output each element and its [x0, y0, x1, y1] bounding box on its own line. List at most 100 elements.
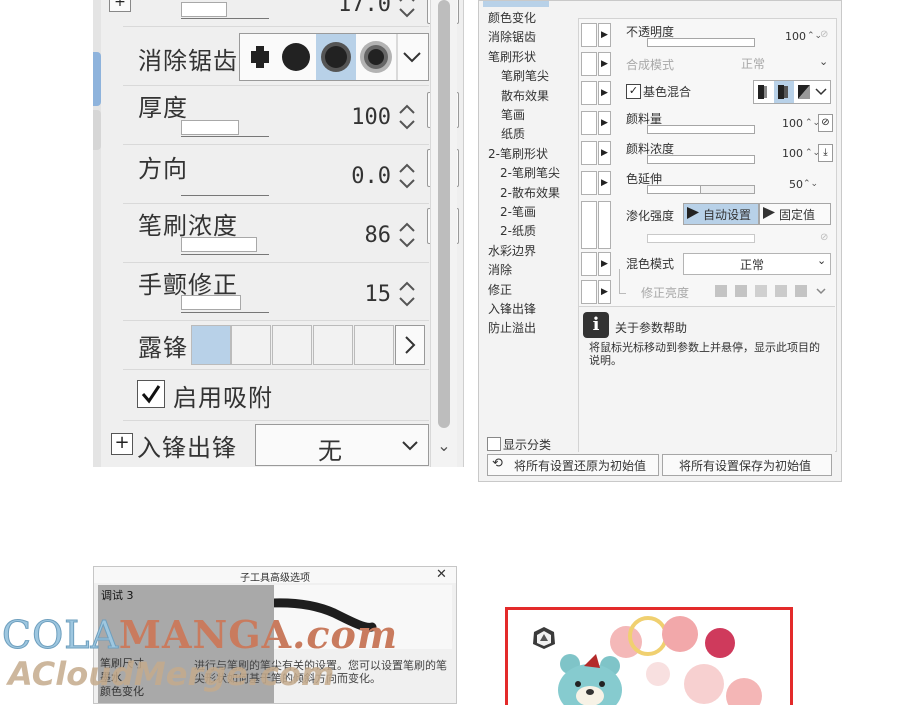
- close-icon[interactable]: ✕: [436, 567, 447, 582]
- brush-size-slider[interactable]: [181, 2, 227, 17]
- mix-mode-dropdown[interactable]: 正常 ⌄: [683, 253, 831, 275]
- watermark-part: .com: [292, 612, 399, 657]
- expand-arrow-icon[interactable]: ▶: [598, 52, 611, 76]
- category-item[interactable]: 笔刷笔尖: [501, 67, 549, 84]
- save-all-button[interactable]: 将所有设置保存为初始值: [662, 454, 832, 476]
- expand-arrow-icon[interactable]: [598, 201, 611, 249]
- snap-checkbox[interactable]: [137, 380, 165, 408]
- category-item[interactable]: 颜色变化: [488, 9, 536, 26]
- no-entry-icon[interactable]: ⊘: [818, 114, 833, 132]
- category-item[interactable]: 2-纸质: [500, 222, 536, 239]
- row-toggle[interactable]: [581, 111, 597, 135]
- category-item[interactable]: 水彩边界: [488, 242, 536, 259]
- paint-amount-value[interactable]: 100: [782, 117, 803, 130]
- category-item[interactable]: 消除锯齿: [488, 28, 536, 45]
- category-item[interactable]: 消除: [488, 261, 512, 278]
- category-item[interactable]: 2-笔刷笔尖: [500, 164, 560, 181]
- category-item[interactable]: 笔刷形状: [488, 48, 536, 65]
- direction-value[interactable]: 0.0: [311, 164, 391, 189]
- taper-swatch[interactable]: [354, 325, 394, 365]
- brush-density-value[interactable]: 86: [311, 223, 392, 248]
- category-item[interactable]: 散布效果: [501, 87, 549, 104]
- expand-arrow-icon[interactable]: ▶: [598, 81, 611, 105]
- side-tab[interactable]: [93, 110, 101, 150]
- category-item[interactable]: 笔画: [501, 106, 525, 123]
- spin-arrows-icon[interactable]: [396, 159, 418, 193]
- help-body: 将鼠标光标移动到参数上并悬停，显示此项目的说明。: [589, 341, 820, 367]
- color-stretch-value[interactable]: 50: [789, 178, 803, 191]
- brush-size-value[interactable]: 17.0: [311, 0, 391, 17]
- spin-arrows-icon[interactable]: [396, 277, 418, 311]
- expand-arrow-icon[interactable]: ▶: [598, 111, 611, 135]
- spin-arrows-icon[interactable]: [396, 218, 418, 252]
- expand-arrow-icon[interactable]: ▶: [598, 23, 611, 47]
- row-toggle[interactable]: [581, 23, 597, 47]
- expand-icon[interactable]: +: [111, 433, 133, 455]
- blend-type-selector[interactable]: [753, 80, 831, 104]
- spin-arrows-icon[interactable]: [396, 0, 418, 22]
- blend-mode-label: 合成模式: [626, 58, 675, 72]
- side-tab-active[interactable]: [93, 52, 101, 106]
- taper-swatch[interactable]: [231, 325, 271, 365]
- bear-illustration: [533, 616, 762, 705]
- checkmark-icon: [141, 385, 161, 404]
- antialias-row: 消除锯齿: [123, 29, 429, 86]
- chevron-right-icon: [405, 336, 416, 354]
- show-categories-checkbox[interactable]: [487, 437, 501, 451]
- dialog-tab-label[interactable]: 调试 3: [101, 587, 134, 603]
- thickness-value[interactable]: 100: [311, 105, 391, 130]
- row-toggle[interactable]: [581, 171, 597, 195]
- scroll-down-icon[interactable]: ⌄: [434, 433, 454, 459]
- color-stretch-slider[interactable]: [647, 185, 701, 194]
- taper-swatch-selected[interactable]: [191, 325, 231, 365]
- expand-arrow-icon[interactable]: ▶: [598, 252, 611, 276]
- category-selected[interactable]: [483, 1, 549, 7]
- download-arrow-icon[interactable]: ⤓: [818, 144, 833, 162]
- category-item[interactable]: 2-散布效果: [500, 184, 560, 201]
- opacity-slider[interactable]: [647, 38, 755, 47]
- brush-density-slider[interactable]: [181, 237, 257, 252]
- row-toggle[interactable]: [581, 81, 597, 105]
- chevron-down-icon[interactable]: ⌄: [819, 55, 828, 68]
- row-toggle[interactable]: [581, 201, 597, 249]
- paint-density-slider[interactable]: [647, 155, 755, 164]
- row-toggle[interactable]: [581, 52, 597, 76]
- base-color-blend-checkbox[interactable]: ✓: [626, 84, 641, 99]
- illustration-frame: [505, 607, 793, 705]
- scrollbar-thumb[interactable]: [438, 0, 450, 428]
- fixed-icon: [763, 207, 775, 219]
- category-item[interactable]: 2-笔画: [500, 203, 536, 220]
- category-item[interactable]: 防止溢出: [488, 319, 536, 336]
- expand-icon[interactable]: +: [109, 0, 131, 12]
- thickness-row: 厚度 100: [123, 86, 459, 145]
- thickness-slider[interactable]: [181, 120, 239, 135]
- slider-track: [181, 18, 269, 19]
- expand-arrow-icon[interactable]: ▶: [598, 171, 611, 195]
- opacity-value[interactable]: 100: [785, 30, 806, 43]
- row-toggle[interactable]: [581, 141, 597, 165]
- reset-all-button[interactable]: ⟲ 将所有设置还原为初始值: [487, 454, 659, 476]
- row-toggle[interactable]: [581, 280, 597, 304]
- stabilizer-slider[interactable]: [181, 295, 241, 310]
- taper-swatch[interactable]: [272, 325, 312, 365]
- antialias-options-icon[interactable]: [240, 34, 428, 80]
- fixed-value-button[interactable]: 固定值: [759, 203, 831, 225]
- taper-next-button[interactable]: [395, 325, 425, 365]
- category-item[interactable]: 修正: [488, 281, 512, 298]
- expand-arrow-icon[interactable]: ▶: [598, 280, 611, 304]
- save-all-label: 将所有设置保存为初始值: [679, 459, 812, 473]
- auto-setting-button[interactable]: 自动设置: [683, 203, 759, 225]
- pressure-in-out-dropdown[interactable]: 无: [255, 424, 429, 466]
- category-item[interactable]: 2-笔刷形状: [488, 145, 548, 162]
- paint-density-value[interactable]: 100: [782, 147, 803, 160]
- stabilizer-value[interactable]: 15: [311, 282, 392, 307]
- taper-swatch[interactable]: [313, 325, 353, 365]
- spin-arrows-icon[interactable]: ⌃⌄: [803, 179, 818, 189]
- expand-arrow-icon[interactable]: ▶: [598, 141, 611, 165]
- category-item[interactable]: 纸质: [501, 125, 525, 142]
- spin-arrows-icon[interactable]: [396, 100, 418, 134]
- category-item[interactable]: 入锋出锋: [488, 300, 536, 317]
- row-toggle[interactable]: [581, 252, 597, 276]
- paint-amount-slider[interactable]: [647, 125, 755, 134]
- correct-brightness-label: 修正亮度: [641, 286, 690, 300]
